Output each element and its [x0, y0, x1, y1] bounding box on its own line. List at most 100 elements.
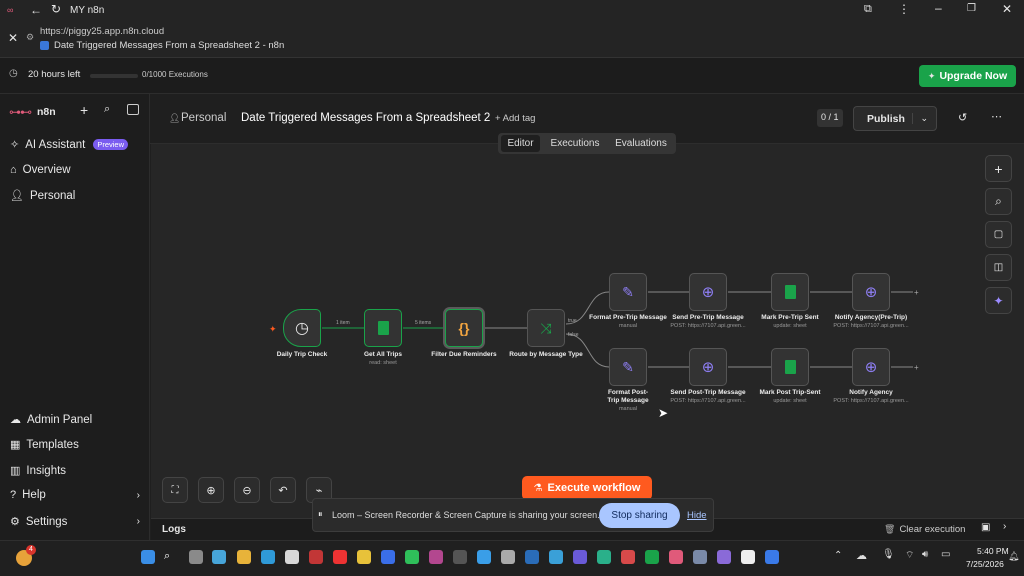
cloud-icon[interactable]: ☁ — [856, 549, 867, 562]
project-breadcrumb[interactable]: Personal — [181, 112, 226, 124]
node-route-by-message-type[interactable]: ⤨ — [527, 309, 565, 347]
node-notify-agency[interactable]: ⊕ — [852, 348, 890, 386]
publish-button[interactable]: Publish ⌄ — [853, 106, 937, 131]
taskview-icon[interactable] — [189, 550, 203, 564]
file-explorer-icon[interactable] — [237, 550, 251, 564]
volume-icon[interactable]: 🔊︎ — [922, 549, 928, 560]
extensions-icon[interactable]: ⧉ — [864, 3, 872, 16]
chevron-up-icon[interactable]: ⌃ — [834, 550, 842, 561]
tab-editor[interactable]: Editor — [501, 135, 540, 152]
clock-date[interactable]: 7/25/2026 — [966, 559, 1004, 569]
youtube-icon[interactable] — [333, 550, 347, 564]
notifications-icon[interactable]: 🔔︎ — [1008, 551, 1019, 562]
fit-view-button[interactable]: ⛶ — [162, 477, 188, 503]
node-filter-due-reminders[interactable]: {} — [445, 309, 483, 347]
sidebar-item-admin-panel[interactable]: ☁ Admin Panel — [10, 413, 92, 427]
back-icon[interactable]: ← — [30, 3, 42, 17]
panel-toggle-button[interactable]: ◫ — [985, 254, 1012, 281]
node-format-pre-trip[interactable]: ✎ — [609, 273, 647, 311]
sidebar-item-personal[interactable]: 👤︎ Personal — [10, 189, 75, 203]
sidebar-item-settings[interactable]: ⚙ Settings › — [10, 515, 140, 529]
execute-workflow-button[interactable]: ⚗ Execute workflow — [522, 476, 652, 500]
close-window-icon[interactable]: ✕ — [1002, 2, 1012, 16]
node-send-post-trip[interactable]: ⊕ — [689, 348, 727, 386]
slack-icon[interactable] — [429, 550, 443, 564]
chatgpt-icon[interactable] — [501, 550, 515, 564]
collapse-sidebar-icon[interactable] — [127, 104, 139, 115]
more-menu-icon[interactable]: ⋮ — [898, 2, 910, 16]
linkedin-icon[interactable] — [525, 550, 539, 564]
sticky-note-button[interactable]: ▢ — [985, 221, 1012, 248]
tab-executions[interactable]: Executions — [544, 133, 606, 154]
app-icon[interactable] — [717, 550, 731, 564]
chat-icon[interactable]: ▣ — [981, 522, 990, 533]
restore-icon[interactable]: ❐ — [967, 3, 976, 14]
zoom-in-button[interactable]: ⊕ — [198, 477, 224, 503]
node-label: Mark Post Trip-Sent — [759, 389, 821, 396]
reload-icon[interactable]: ↻ — [51, 2, 61, 16]
whatsapp-icon[interactable] — [405, 550, 419, 564]
node-notify-agency-pre-trip[interactable]: ⊕ — [852, 273, 890, 311]
app-icon[interactable] — [621, 550, 635, 564]
url-text[interactable]: https://piggy25.app.n8n.cloud — [40, 26, 164, 37]
sidebar-item-templates[interactable]: ▦ Templates — [10, 438, 79, 452]
notion-icon[interactable] — [741, 550, 755, 564]
search-icon[interactable]: ⌕ — [164, 550, 178, 564]
battery-icon[interactable]: ▭ — [941, 549, 950, 560]
app-icon[interactable] — [381, 550, 395, 564]
edge-icon[interactable] — [261, 550, 275, 564]
more-options-icon[interactable]: ⋯ — [991, 110, 1002, 123]
workflow-canvas[interactable]: ✦ + + 1 item 5 items true false ◷ Daily … — [151, 144, 1024, 518]
node-mark-post-trip-sent[interactable] — [771, 348, 809, 386]
zoom-out-button[interactable]: ⊖ — [234, 477, 260, 503]
clock-time[interactable]: 5:40 PM — [977, 546, 1009, 556]
sheets-icon[interactable] — [645, 550, 659, 564]
settings-icon[interactable] — [693, 550, 707, 564]
node-label: Get All Trips — [363, 351, 403, 358]
upgrade-button[interactable]: ✦ Upgrade Now — [919, 65, 1016, 87]
search-icon[interactable]: ⌕ — [104, 103, 110, 116]
ai-builder-button[interactable]: ✦ — [985, 287, 1012, 314]
logs-label[interactable]: Logs — [162, 524, 186, 535]
version-counter[interactable]: 0 / 1 — [817, 109, 843, 127]
node-send-pre-trip[interactable]: ⊕ — [689, 273, 727, 311]
app-icon[interactable] — [573, 550, 587, 564]
sidebar-item-overview[interactable]: ⌂ Overview — [10, 164, 71, 176]
node-format-post-trip[interactable]: ✎ — [609, 348, 647, 386]
node-get-all-trips[interactable] — [364, 309, 402, 347]
sidebar-item-insights[interactable]: ▥ Insights — [10, 464, 66, 478]
app-icon[interactable] — [549, 550, 563, 564]
add-icon[interactable]: + — [80, 102, 88, 118]
add-node-button[interactable]: + — [985, 155, 1012, 182]
sidebar-item-help[interactable]: ? Help › — [10, 489, 140, 501]
close-tab-icon[interactable]: ✕ — [8, 31, 18, 45]
hide-link[interactable]: Hide — [687, 510, 707, 521]
sidebar-item-ai-assistant[interactable]: ✧ AI Assistant Preview — [10, 138, 128, 151]
node-mark-pre-trip-sent[interactable] — [771, 273, 809, 311]
expand-logs-icon[interactable]: › — [1003, 521, 1006, 532]
add-tag-button[interactable]: + Add tag — [495, 113, 535, 124]
telegram-icon[interactable] — [477, 550, 491, 564]
start-icon[interactable] — [141, 550, 155, 564]
app-icon[interactable] — [597, 550, 611, 564]
app-icon[interactable] — [309, 550, 323, 564]
n8n-icon[interactable] — [669, 550, 683, 564]
tab-evaluations[interactable]: Evaluations — [608, 133, 674, 154]
workflow-name[interactable]: Date Triggered Messages From a Spreadshe… — [241, 112, 490, 124]
node-daily-trip-check[interactable]: ◷ — [283, 309, 321, 347]
site-settings-icon[interactable]: ⚙ — [26, 32, 34, 43]
microphone-icon[interactable]: 🎙︎ — [882, 549, 895, 560]
clear-execution-button[interactable]: 🗑︎ Clear execution — [884, 520, 965, 538]
chrome-icon[interactable] — [357, 550, 371, 564]
search-nodes-button[interactable]: ⌕ — [985, 188, 1012, 215]
undo-button[interactable]: ↶ — [270, 477, 296, 503]
copilot-icon[interactable] — [212, 550, 226, 564]
wifi-icon[interactable]: ⌔ — [905, 549, 914, 562]
history-icon[interactable]: ↺ — [958, 111, 967, 124]
app-icon[interactable] — [453, 550, 467, 564]
minimize-icon[interactable]: – — [935, 1, 942, 15]
app-icon[interactable] — [765, 550, 779, 564]
stop-sharing-button[interactable]: Stop sharing — [599, 503, 680, 528]
chevron-down-icon[interactable]: ⌄ — [912, 113, 928, 124]
store-icon[interactable] — [285, 550, 299, 564]
